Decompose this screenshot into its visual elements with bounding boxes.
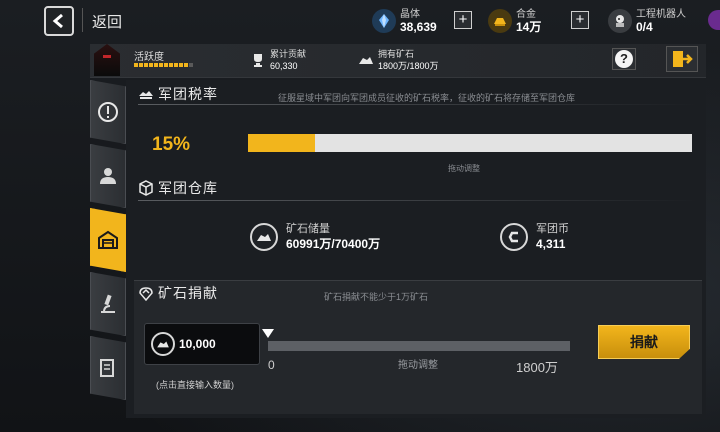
donate-slider-max: 1800万	[516, 360, 558, 375]
alloy-icon	[488, 9, 512, 33]
activity-segment	[164, 63, 168, 67]
ore-stat: 拥有矿石 1800万/1800万	[358, 48, 439, 72]
donate-slider[interactable]	[268, 341, 570, 351]
contribution-label: 累计贡献	[270, 49, 307, 59]
donate-hint: 矿石捐献不能少于1万矿石	[324, 292, 429, 302]
warehouse-section-header: 军团仓库	[126, 178, 218, 198]
exit-button[interactable]	[666, 46, 698, 72]
main-panel: 军团税率 征服星域中军团向军团成员征收的矿石税率，征收的矿石将存储至军团仓库 1…	[126, 80, 706, 418]
activity-segment	[144, 63, 148, 67]
robot-resource: 工程机器人 0/4	[608, 6, 686, 36]
alert-icon	[98, 102, 118, 122]
ore-storage-value: 60991万/70400万	[286, 237, 381, 251]
ore-label: 拥有矿石	[378, 49, 415, 59]
tab-members[interactable]	[90, 144, 126, 208]
warehouse-title: 军团仓库	[158, 180, 218, 196]
activity-segment	[154, 63, 158, 67]
add-crystal-button[interactable]: +	[454, 11, 472, 29]
ore-storage-label: 矿石储量	[286, 223, 330, 235]
ore-value: 1800万/1800万	[378, 61, 439, 71]
robot-icon	[608, 9, 632, 33]
tax-description: 征服星域中军团向军团成员征收的矿石税率，征收的矿石将存储至军团仓库	[278, 93, 576, 103]
tab-records[interactable]	[90, 336, 126, 400]
contribution-stat: 累计贡献 60,330	[250, 48, 306, 72]
tax-slider[interactable]	[248, 134, 692, 152]
tab-warehouse[interactable]	[90, 208, 126, 272]
warehouse-icon	[98, 230, 118, 249]
tax-section-header: 军团税率	[126, 84, 218, 104]
legion-coin-label: 军团币	[536, 223, 569, 235]
side-notification-tab[interactable]	[708, 10, 720, 30]
donate-slider-min: 0	[268, 358, 275, 372]
status-bar: 活跃度 累计贡献 60,330 拥有矿石 1800万/1800万 ?	[90, 44, 706, 78]
ore-icon	[151, 332, 175, 356]
microscope-icon	[101, 294, 115, 313]
activity-segment	[149, 63, 153, 67]
activity-segment	[189, 63, 193, 67]
back-label[interactable]: 返回	[92, 11, 122, 32]
alloy-resource: 合金 14万	[488, 6, 541, 36]
activity-bar	[134, 63, 193, 67]
crystal-icon	[372, 9, 396, 33]
person-icon	[100, 168, 116, 184]
donate-icon	[139, 287, 153, 301]
divider	[138, 200, 698, 201]
contribution-value: 60,330	[270, 61, 298, 71]
tax-icon	[139, 91, 153, 99]
activity-segment	[174, 63, 178, 67]
add-alloy-button[interactable]: +	[571, 11, 589, 29]
ore-icon	[359, 57, 373, 64]
donate-title: 矿石捐献	[158, 285, 218, 301]
ore-icon	[250, 223, 278, 251]
divider	[138, 104, 698, 105]
robot-value: 0/4	[636, 20, 653, 34]
activity-segment	[139, 63, 143, 67]
chevron-left-icon	[52, 13, 63, 29]
activity-label: 活跃度	[134, 52, 164, 63]
back-button[interactable]	[44, 6, 74, 36]
activity-segment	[159, 63, 163, 67]
top-bar: 返回 晶体 38,639 + 合金 14万 + 工程机器人 0/4	[0, 0, 720, 42]
exit-door-icon	[673, 51, 693, 67]
divider	[82, 8, 83, 32]
alloy-value: 14万	[516, 20, 542, 34]
tax-percent-label: 15%	[152, 134, 191, 155]
ore-storage: 矿石储量 60991万/70400万	[250, 222, 380, 252]
crystal-resource: 晶体 38,639	[372, 6, 437, 36]
cube-icon	[139, 180, 153, 196]
donate-amount-input[interactable]: 10,000	[144, 323, 260, 365]
legion-coin-value: 4,311	[536, 237, 566, 251]
donate-section: 矿石捐献 矿石捐献不能少于1万矿石 10,000 (点击直接输入数量) 0 拖动…	[134, 280, 702, 414]
activity-segment	[179, 63, 183, 67]
legion-coin: 军团币 4,311	[500, 222, 569, 252]
activity-segment	[184, 63, 188, 67]
tax-slider-fill	[248, 134, 315, 152]
crystal-value: 38,639	[400, 20, 437, 34]
activity-segment	[169, 63, 173, 67]
donate-button[interactable]: 捐献	[598, 325, 690, 359]
trophy-icon	[254, 54, 262, 67]
activity-segment	[134, 63, 138, 67]
question-icon: ?	[615, 50, 633, 68]
donate-slider-thumb[interactable]	[262, 329, 274, 338]
tab-alerts[interactable]	[90, 80, 126, 144]
tab-research[interactable]	[90, 272, 126, 336]
donate-input-caption: (点击直接输入数量)	[156, 380, 234, 390]
donate-section-header: 矿石捐献	[126, 283, 218, 303]
document-icon	[100, 359, 114, 377]
avatar[interactable]	[94, 44, 120, 76]
donate-amount-value: 10,000	[179, 337, 216, 351]
tax-title: 军团税率	[158, 86, 218, 102]
tax-drag-hint: 拖动调整	[448, 164, 480, 173]
donate-slider-hint: 拖动调整	[398, 360, 438, 371]
help-button[interactable]: ?	[612, 48, 636, 70]
legion-coin-icon	[500, 223, 528, 251]
